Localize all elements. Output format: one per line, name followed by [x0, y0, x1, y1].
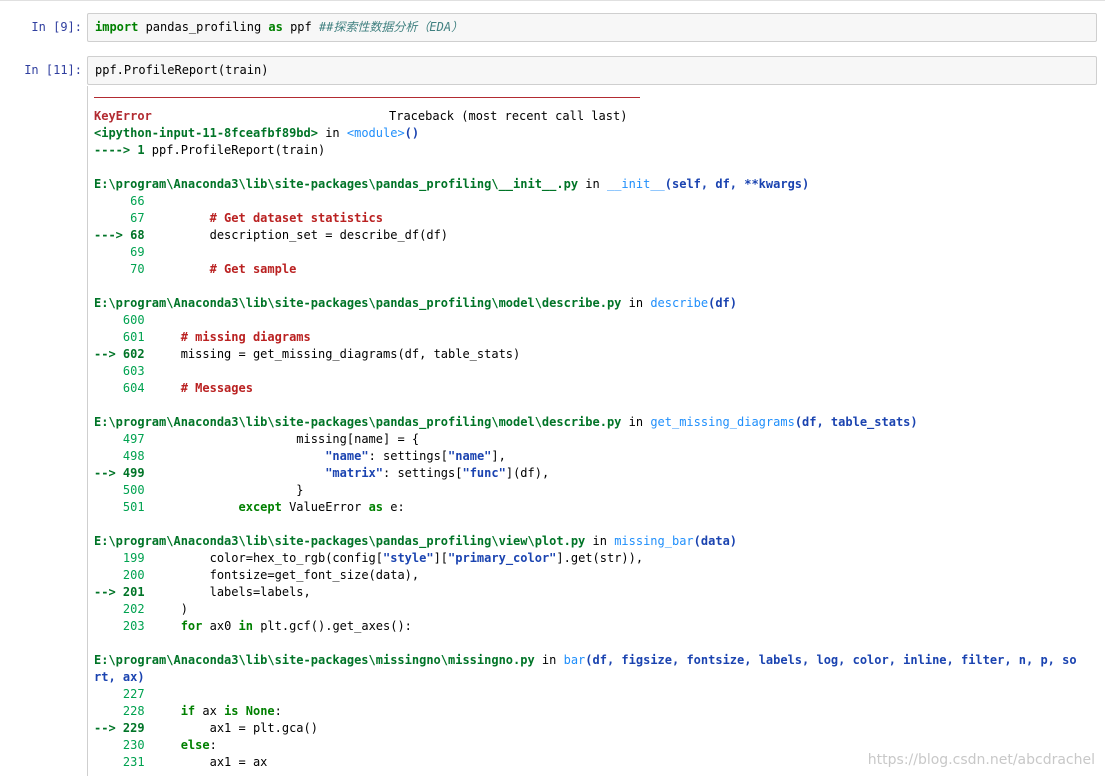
notebook-top-border — [0, 0, 1105, 1]
traceback-separator — [94, 97, 640, 98]
cell-prompt: In [11]: — [24, 63, 82, 77]
cell-prompt: In [9]: — [31, 20, 82, 34]
cell-output-traceback: KeyError Traceback (most recent call last… — [87, 86, 1105, 776]
cell-input[interactable]: import pandas_profiling as ppf ##探索性数据分析… — [87, 13, 1097, 42]
watermark-text: https://blog.csdn.net/abcdrachel — [867, 752, 1095, 768]
traceback-header: KeyError Traceback (most recent call last… — [94, 109, 628, 123]
cell-input[interactable]: ppf.ProfileReport(train) — [87, 56, 1097, 85]
